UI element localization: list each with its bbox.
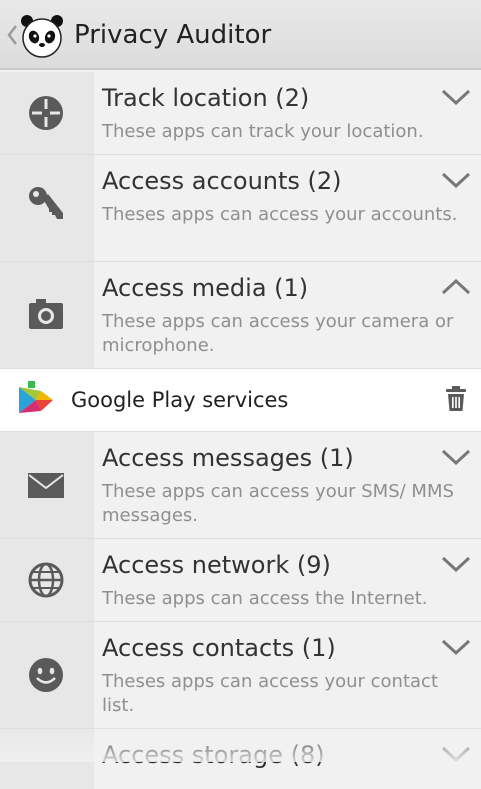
chevron-down-icon[interactable]	[441, 638, 471, 656]
category-title: Access media (1)	[102, 274, 309, 302]
camera-icon	[29, 299, 63, 329]
category-description: Theses apps can access your accounts.	[102, 204, 458, 225]
category-title: Access contacts (1)	[102, 634, 336, 662]
app-name: Google Play services	[71, 388, 289, 412]
chevron-down-icon[interactable]	[441, 171, 471, 189]
category-description: These apps can access your camera or mic…	[102, 311, 454, 356]
category-title: Access messages (1)	[102, 444, 354, 472]
category-title: Track location (2)	[102, 84, 310, 112]
chevron-down-icon[interactable]	[441, 88, 471, 106]
category-track-location[interactable]: Track location (2) These apps can track …	[0, 72, 481, 155]
action-bar: Privacy Auditor	[0, 0, 481, 70]
smiley-icon	[29, 658, 63, 692]
category-access-contacts[interactable]: Access contacts (1) Theses apps can acce…	[0, 622, 481, 729]
category-access-storage[interactable]: Access storage (8)	[0, 729, 481, 789]
chevron-down-icon[interactable]	[441, 745, 471, 763]
category-access-media[interactable]: Access media (1) These apps can access y…	[0, 262, 481, 369]
category-title: Access storage (8)	[102, 741, 325, 769]
trash-icon[interactable]	[445, 386, 467, 412]
chevron-down-icon[interactable]	[441, 448, 471, 466]
crosshair-icon	[29, 96, 63, 130]
panda-logo[interactable]	[19, 13, 65, 59]
category-description: These apps can access your SMS/ MMS mess…	[102, 481, 454, 526]
key-icon	[29, 187, 63, 219]
category-title: Access accounts (2)	[102, 167, 342, 195]
category-list: Track location (2) These apps can track …	[0, 72, 481, 789]
chevron-left-icon[interactable]	[5, 22, 19, 48]
app-row-google-play-services[interactable]: Google Play services	[0, 369, 481, 432]
category-description: These apps can access the Internet.	[102, 588, 428, 609]
envelope-icon	[28, 473, 64, 498]
globe-icon	[28, 562, 64, 598]
chevron-up-icon[interactable]	[441, 278, 471, 296]
category-title: Access network (9)	[102, 551, 331, 579]
category-access-network[interactable]: Access network (9) These apps can access…	[0, 539, 481, 622]
category-description: These apps can track your location.	[102, 121, 424, 142]
category-description: Theses apps can access your contact list…	[102, 671, 438, 716]
app-title: Privacy Auditor	[74, 20, 272, 50]
chevron-down-icon[interactable]	[441, 555, 471, 573]
google-play-services-icon	[19, 381, 53, 413]
category-access-messages[interactable]: Access messages (1) These apps can acces…	[0, 432, 481, 539]
category-access-accounts[interactable]: Access accounts (2) Theses apps can acce…	[0, 155, 481, 262]
